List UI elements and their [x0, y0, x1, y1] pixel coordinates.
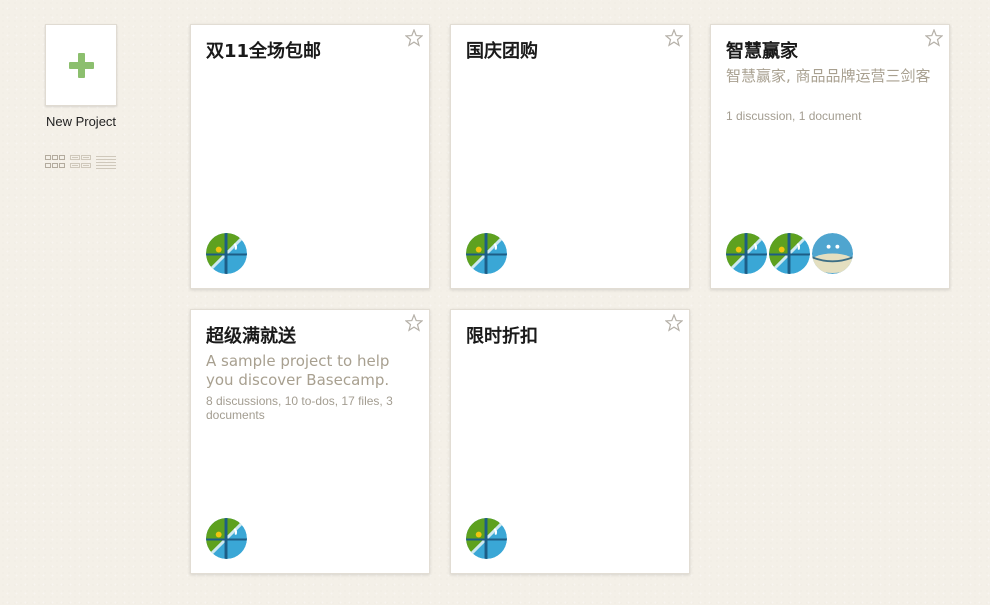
globe-avatar[interactable] — [466, 233, 507, 274]
new-project-button[interactable] — [45, 24, 117, 106]
avatar-list — [206, 233, 247, 275]
project-title[interactable]: 国庆团购 — [466, 40, 659, 64]
avatar-list — [206, 518, 247, 560]
project-title[interactable]: 双11全场包邮 — [206, 40, 399, 64]
project-title[interactable]: 超级满就送 — [206, 325, 399, 349]
project-title[interactable]: 限时折扣 — [466, 325, 659, 349]
avatar-list — [726, 233, 853, 275]
project-description: A sample project to help you discover Ba… — [206, 352, 390, 389]
avatar-list — [466, 518, 507, 560]
project-description: 智慧赢家, 商品品牌运营三剑客 — [726, 67, 931, 85]
star-icon[interactable] — [925, 29, 943, 47]
avatar-list — [466, 233, 507, 275]
project-card[interactable]: 限时折扣 — [450, 309, 690, 574]
globe-avatar[interactable] — [769, 233, 810, 274]
project-card[interactable]: 超级满就送 A sample project to help you disco… — [190, 309, 430, 574]
star-icon[interactable] — [665, 314, 683, 332]
project-title[interactable]: 智慧赢家 — [726, 40, 919, 64]
project-stats: 8 discussions, 10 to-dos, 17 files, 3 do… — [206, 394, 393, 422]
star-icon[interactable] — [405, 314, 423, 332]
new-project-label[interactable]: New Project — [30, 114, 132, 129]
compact-view-icon[interactable] — [70, 154, 91, 170]
globe-avatar[interactable] — [206, 518, 247, 559]
blue-blob-avatar[interactable] — [812, 233, 853, 274]
plus-icon — [69, 53, 94, 78]
project-card[interactable]: 国庆团购 — [450, 24, 690, 289]
globe-avatar[interactable] — [206, 233, 247, 274]
star-icon[interactable] — [405, 29, 423, 47]
grid-view-icon[interactable] — [45, 154, 66, 170]
project-card[interactable]: 智慧赢家 智慧赢家, 商品品牌运营三剑客 1 discussion, 1 doc… — [710, 24, 950, 289]
project-card[interactable]: 双11全场包邮 — [190, 24, 430, 289]
star-icon[interactable] — [665, 29, 683, 47]
list-view-icon[interactable] — [96, 154, 117, 170]
globe-avatar[interactable] — [726, 233, 767, 274]
project-stats: 1 discussion, 1 document — [726, 109, 862, 123]
globe-avatar[interactable] — [466, 518, 507, 559]
